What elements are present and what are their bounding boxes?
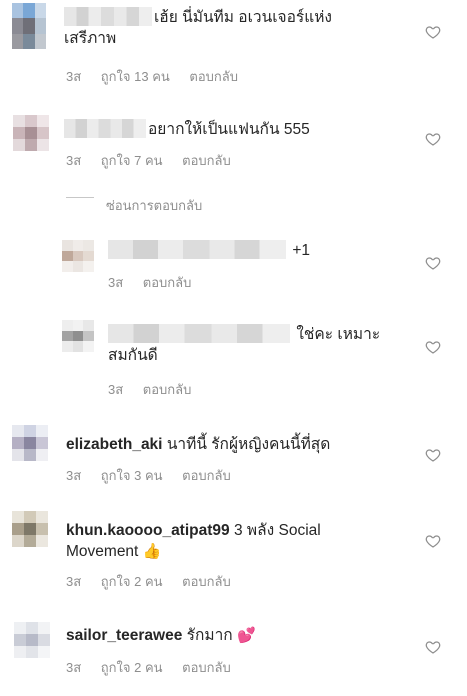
blurred-username[interactable] [64,119,146,138]
divider [66,197,94,198]
username[interactable]: sailor_teerawee [66,627,182,644]
likes-count[interactable]: ถูกใจ 3 คน [101,468,163,483]
comment-text: +1 [108,240,398,261]
username[interactable]: khun.kaoooo_atipat99 [66,522,230,539]
avatar[interactable] [12,511,48,547]
blurred-username[interactable] [64,7,152,26]
timestamp: 3ส [66,69,82,84]
avatar[interactable] [12,3,46,49]
timestamp: 3ส [108,275,124,290]
reply-button[interactable]: ตอบกลับ [182,153,231,168]
likes-count[interactable]: ถูกใจ 2 คน [101,660,163,675]
comment-meta: 3ส ถูกใจ 2 คน ตอบกลับ [66,571,247,592]
heart-icon[interactable] [425,255,441,271]
heart-icon[interactable] [425,24,441,40]
comment-text: elizabeth_aki นาทีนี้ รักผู้หญิงคนนี้ที่… [66,436,331,453]
reply-button[interactable]: ตอบกลับ [182,574,231,589]
comment-text: เฮ้ย นี่มันทีม อเวนเจอร์แห่ง เสรีภาพ [64,7,332,47]
username[interactable]: elizabeth_aki [66,436,163,453]
comment-text: sailor_teerawee รักมาก 💕 [66,627,256,644]
timestamp: 3ส [66,153,82,168]
avatar[interactable] [62,320,94,352]
blurred-username[interactable] [108,240,286,259]
blurred-username[interactable] [108,324,290,343]
comment-text: khun.kaoooo_atipat99 3 พลัง Social Movem… [66,522,321,560]
comment-meta: 3ส ถูกใจ 3 คน ตอบกลับ [66,465,247,486]
heart-icon[interactable] [425,447,441,463]
likes-count[interactable]: ถูกใจ 7 คน [101,153,163,168]
comment-meta: 3ส ตอบกลับ [108,272,207,293]
heart-icon[interactable] [425,533,441,549]
reply-button[interactable]: ตอบกลับ [143,382,192,397]
likes-count[interactable]: ถูกใจ 2 คน [101,574,163,589]
heart-icon[interactable] [425,639,441,655]
timestamp: 3ส [66,574,82,589]
reply-button[interactable]: ตอบกลับ [182,660,231,675]
comment-meta: 3ส ถูกใจ 7 คน ตอบกลับ [66,150,247,171]
timestamp: 3ส [108,382,124,397]
reply-button[interactable]: ตอบกลับ [143,275,192,290]
comment-meta: 3ส ถูกใจ 2 คน ตอบกลับ [66,657,247,678]
timestamp: 3ส [66,660,82,675]
two-hearts-icon: 💕 [236,627,256,644]
hide-replies-button[interactable]: ซ่อนการตอบกลับ [106,195,202,216]
likes-count[interactable]: ถูกใจ 13 คน [101,69,170,84]
heart-icon[interactable] [425,339,441,355]
timestamp: 3ส [66,468,82,483]
reply-button[interactable]: ตอบกลับ [189,69,238,84]
comment-meta: 3ส ตอบกลับ [108,379,207,400]
comment-text: ใช่คะ เหมาะ สมกันดี [108,324,381,364]
thumbs-up-icon: 👍 [142,543,162,560]
comment-text: อยากให้เป็นแฟนกัน 555 [64,119,404,140]
avatar[interactable] [12,425,48,461]
avatar[interactable] [14,622,50,658]
avatar[interactable] [62,240,94,272]
comment-meta: 3ส ถูกใจ 13 คน ตอบกลับ [66,66,254,87]
avatar[interactable] [13,115,49,151]
heart-icon[interactable] [425,131,441,147]
reply-button[interactable]: ตอบกลับ [182,468,231,483]
